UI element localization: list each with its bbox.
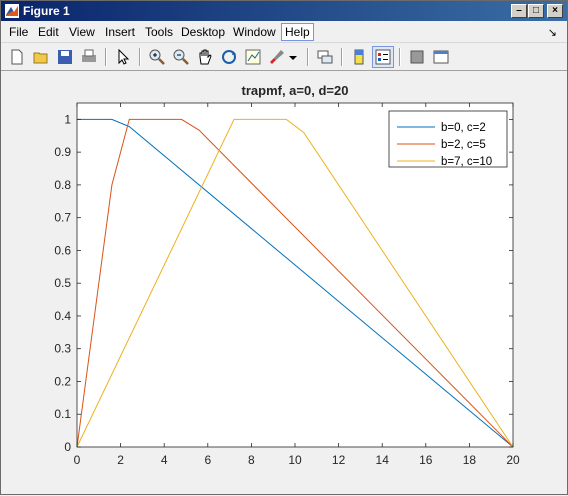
- edit-plot-arrow-icon[interactable]: [113, 47, 133, 67]
- y-tick-label: 0.2: [54, 374, 71, 388]
- y-tick-label: 0.5: [54, 276, 71, 290]
- y-tick-label: 0.3: [54, 342, 71, 356]
- toolbar-separator: [399, 48, 401, 66]
- brush-icon[interactable]: [267, 47, 287, 67]
- maximize-button[interactable]: □: [528, 4, 544, 18]
- x-tick-label: 6: [204, 453, 211, 467]
- x-tick-label: 16: [419, 453, 433, 467]
- rotate-3d-icon[interactable]: [219, 47, 239, 67]
- open-file-icon[interactable]: [31, 47, 51, 67]
- x-tick-label: 0: [74, 453, 81, 467]
- x-tick-label: 14: [376, 453, 390, 467]
- toolbar-separator: [105, 48, 107, 66]
- minimize-button[interactable]: –: [511, 4, 527, 18]
- menu-view[interactable]: View: [69, 25, 95, 39]
- save-icon[interactable]: [55, 47, 75, 67]
- window-title: Figure 1: [23, 4, 70, 18]
- title-bar: Figure 1 – □ ×: [1, 1, 567, 21]
- menu-window[interactable]: Window: [233, 25, 276, 39]
- x-tick-label: 4: [161, 453, 168, 467]
- y-tick-label: 0.6: [54, 243, 71, 257]
- toolbar-separator: [307, 48, 309, 66]
- figure-toolbar: [1, 42, 567, 71]
- legend-label-3: b=7, c=10: [441, 156, 492, 168]
- zoom-out-icon[interactable]: [171, 47, 191, 67]
- show-plot-tools-icon[interactable]: [431, 47, 451, 67]
- x-tick-label: 20: [506, 453, 520, 467]
- x-tick-label: 12: [332, 453, 346, 467]
- y-tick-label: 0.9: [54, 145, 71, 159]
- legend-icon[interactable]: [372, 46, 394, 68]
- x-tick-label: 10: [288, 453, 302, 467]
- menu-help[interactable]: Help: [281, 23, 314, 41]
- colorbar-icon[interactable]: [349, 47, 369, 67]
- link-plot-icon[interactable]: [315, 47, 335, 67]
- toolbar-separator: [139, 48, 141, 66]
- pan-hand-icon[interactable]: [195, 47, 215, 67]
- y-tick-label: 0.4: [54, 309, 71, 323]
- y-tick-label: 1: [64, 112, 71, 126]
- dock-arrow-icon[interactable]: ↘: [548, 26, 557, 39]
- print-icon[interactable]: [79, 47, 99, 67]
- matlab-logo-icon: [5, 4, 19, 18]
- figure-canvas: trapmf, a=0, d=20 0 2 4 6 8 10 12 14 16 18 20 0 0.1…: [5, 71, 565, 491]
- legend-label-1: b=0, c=2: [441, 122, 486, 134]
- x-tick-label: 18: [463, 453, 477, 467]
- menu-bar: File Edit View Insert Tools Desktop Wind…: [1, 22, 567, 42]
- toolbar-separator: [341, 48, 343, 66]
- data-cursor-icon[interactable]: [243, 47, 263, 67]
- y-tick-label: 0: [64, 440, 71, 454]
- plot-area: trapmf, a=0, d=20 0 2 4 6 8 10 12 14 16 18 20 0 0.1…: [54, 83, 520, 467]
- legend-label-2: b=2, c=5: [441, 139, 486, 151]
- menu-tools[interactable]: Tools: [145, 25, 173, 39]
- zoom-in-icon[interactable]: [147, 47, 167, 67]
- x-tick-label: 8: [248, 453, 255, 467]
- menu-file[interactable]: File: [9, 25, 28, 39]
- figure-window: Figure 1 – □ × File Edit View Insert Too…: [0, 0, 568, 495]
- new-figure-icon[interactable]: [7, 47, 27, 67]
- brush-dropdown-icon[interactable]: [287, 47, 299, 67]
- menu-edit[interactable]: Edit: [38, 25, 59, 39]
- y-tick-label: 0.8: [54, 178, 71, 192]
- y-tick-label: 0.7: [54, 211, 71, 225]
- x-tick-label: 2: [117, 453, 124, 467]
- hide-plot-tools-icon[interactable]: [407, 47, 427, 67]
- close-button[interactable]: ×: [547, 4, 563, 18]
- menu-desktop[interactable]: Desktop: [181, 25, 225, 39]
- chart-title: trapmf, a=0, d=20: [242, 83, 349, 98]
- menu-insert[interactable]: Insert: [105, 25, 135, 39]
- y-tick-label: 0.1: [54, 407, 71, 421]
- legend[interactable]: b=0, c=2 b=2, c=5 b=7, c=10: [388, 110, 508, 168]
